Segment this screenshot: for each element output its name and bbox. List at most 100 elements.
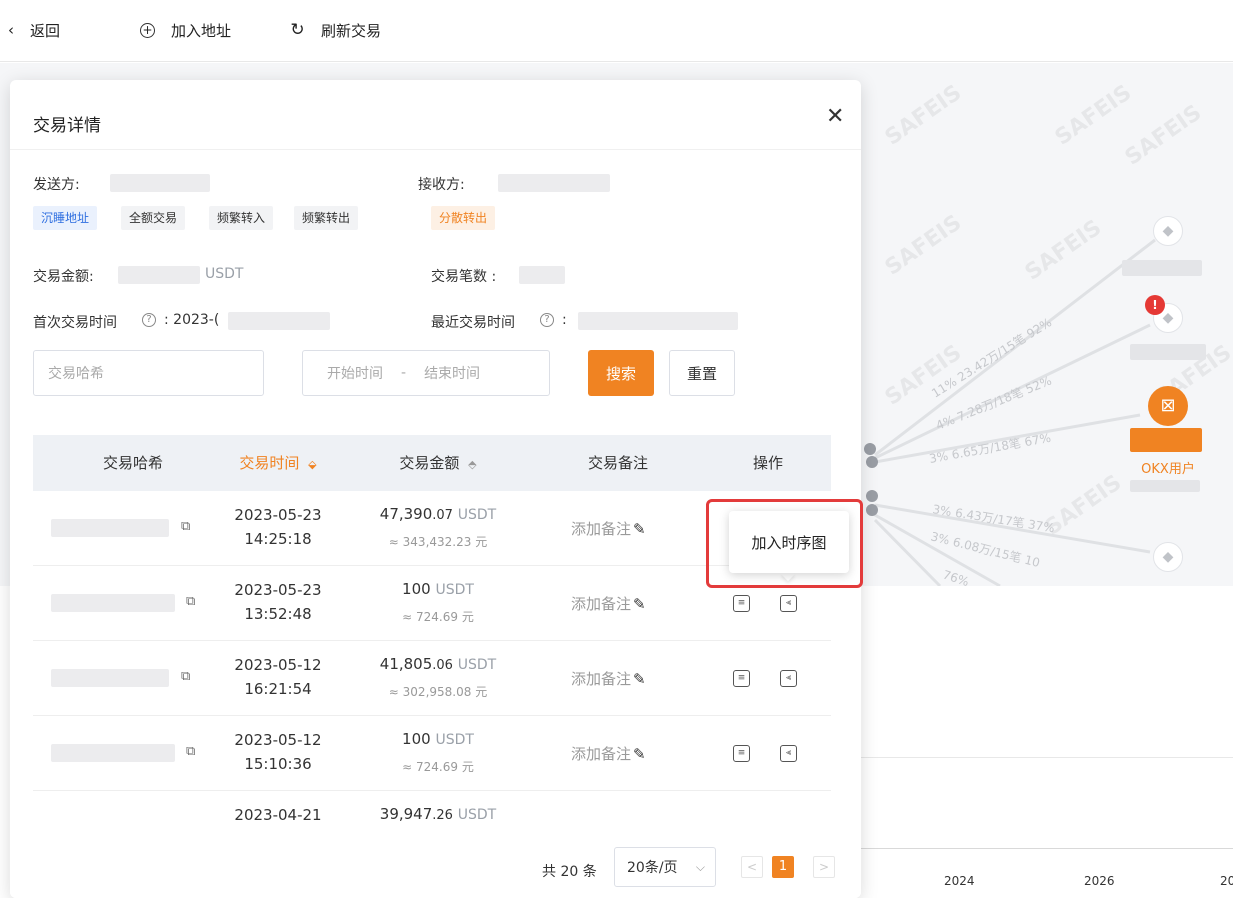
table-row: ⧉ 2023-05-12 15:10:36 100 USDT ≈ 724.69 … [33,716,831,791]
add-remark-button[interactable]: 添加备注 ✎ [571,668,646,689]
tx-time: 2023-04-21 [223,803,333,827]
add-remark-button[interactable]: 添加备注 ✎ [571,743,646,764]
last-time-redacted [578,312,738,330]
search-button[interactable]: 搜索 [588,350,654,396]
pager-next-button[interactable]: > [813,856,835,878]
add-remark-label: 添加备注 [571,520,632,538]
copy-icon[interactable]: ⧉ [186,744,195,759]
column-header-time-label: 交易时间 [239,454,300,472]
sender-label: 发送方: [33,177,80,193]
modal-title: 交易详情 [33,116,101,136]
hash-search-input[interactable]: 交易哈希 [33,350,264,396]
edge-label: 3% 6.43万/17笔 37% [932,501,1056,535]
sender-tag: 频繁转出 [294,206,359,230]
address-label-redacted [1130,480,1200,492]
close-icon[interactable]: ✕ [826,104,844,129]
sort-icon[interactable]: ⬙ [308,458,316,471]
pager-page-current[interactable]: 1 [772,856,794,878]
amount-int: 47,390 [379,505,433,523]
amount-dec: .26 [432,808,453,823]
add-timeline-icon[interactable]: ⫷ [780,745,797,762]
tx-date: 2023-05-23 [234,506,322,524]
ethereum-icon[interactable]: ◆ [1153,542,1183,572]
axis-tick-label: 2024 [944,874,975,888]
ethereum-icon[interactable]: ◆ [1153,216,1183,246]
tx-time: 2023-05-23 14:25:18 [223,503,333,551]
tx-clock: 16:21:54 [244,680,312,698]
add-remark-label: 添加备注 [571,595,632,613]
amount-unit: USDT [457,807,497,823]
graph-node-dot[interactable] [864,443,876,455]
okx-node-icon[interactable]: ⊠ [1148,386,1188,426]
add-remark-button[interactable]: 添加备注 ✎ [571,518,646,539]
column-header-amount[interactable]: 交易金额 ⬘ [378,435,498,491]
highlight-box [706,499,863,588]
copy-icon[interactable]: ⧉ [181,519,190,534]
time-range-picker[interactable]: 开始时间 - 结束时间 [302,350,550,396]
amount-unit: USDT [435,582,474,598]
amount-cny: ≈ 302,958.08 元 [388,685,488,699]
pencil-icon: ✎ [633,745,646,763]
pager-prev-button[interactable]: < [741,856,763,878]
tx-time: 2023-05-12 15:10:36 [223,728,333,776]
note-add-icon[interactable]: ≡ [733,670,750,687]
graph-node-dot[interactable] [866,490,878,502]
tx-hash-redacted [51,744,175,762]
note-add-icon[interactable]: ≡ [733,745,750,762]
tx-hash-redacted [51,519,169,537]
graph-node-dot[interactable] [866,456,878,468]
page-size-select[interactable]: 20条/页 ⌵ [614,847,716,887]
add-remark-label: 添加备注 [571,670,632,688]
help-icon[interactable]: ? [540,313,554,327]
help-icon[interactable]: ? [142,313,156,327]
edge-line [873,518,942,588]
graph-node-dot[interactable] [866,504,878,516]
amount-unit: USDT [435,732,474,748]
pagination-bar [10,831,861,898]
reset-button[interactable]: 重置 [669,350,735,396]
okx-label: OKX用户 [1141,462,1195,477]
pencil-icon: ✎ [633,670,646,688]
timeline-chart [860,586,1233,898]
column-header-ops: 操作 [752,454,783,472]
okx-address-redacted [1130,428,1202,452]
amount-int: 100 [402,730,431,748]
amount-int: 41,805 [379,655,433,673]
add-remark-label: 添加备注 [571,745,632,763]
tx-amount: 100 USDT ≈ 724.69 元 [353,576,523,630]
column-header-remark: 交易备注 [587,454,648,472]
timeline-axis [860,848,1233,849]
first-time-label: 首次交易时间 [33,315,117,331]
sender-tag: 沉睡地址 [33,206,98,230]
note-add-icon[interactable]: ≡ [733,595,750,612]
sort-icon[interactable]: ⬘ [468,458,476,471]
pencil-icon: ✎ [633,520,646,538]
column-header-amount-label: 交易金额 [399,454,460,472]
amount-cny: ≈ 724.69 元 [402,610,474,624]
add-timeline-icon[interactable]: ⫷ [780,595,797,612]
amount-unit: USDT [457,657,497,673]
copy-icon[interactable]: ⧉ [186,594,195,609]
receiver-tag: 分散转出 [431,206,496,230]
page-size-value: 20条/页 [627,860,678,876]
last-time-label: 最近交易时间 [431,315,515,331]
amount-value-redacted [118,266,200,284]
tx-hash-redacted [51,594,175,612]
count-label: 交易笔数 : [431,269,497,285]
column-header-time[interactable]: 交易时间 ⬙ [223,435,333,491]
tx-date: 2023-05-23 [234,581,322,599]
pager-total: 共 20 条 [542,864,597,880]
tx-amount: 39,947.26 USDT [353,801,523,829]
amount-int: 100 [402,580,431,598]
copy-icon[interactable]: ⧉ [181,669,190,684]
axis-tick-label: 20 [1220,874,1233,888]
tx-time: 2023-05-12 16:21:54 [223,653,333,701]
add-remark-button[interactable]: 添加备注 ✎ [571,593,646,614]
tx-time: 2023-05-23 13:52:48 [223,578,333,626]
add-timeline-icon[interactable]: ⫷ [780,670,797,687]
amount-dec: .06 [432,658,453,673]
range-separator: - [401,365,407,381]
receiver-label: 接收方: [418,177,465,193]
table-row: ⧉ 2023-05-12 16:21:54 41,805.06 USDT ≈ 3… [33,641,831,716]
column-header-hash: 交易哈希 [102,454,163,472]
